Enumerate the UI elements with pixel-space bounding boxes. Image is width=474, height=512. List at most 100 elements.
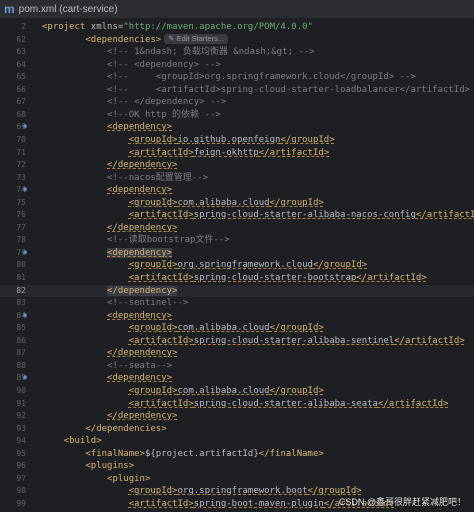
code-line[interactable]: 69 ◉ <dependency> [0, 121, 474, 134]
line-number: 94 [16, 436, 26, 446]
line-number: 65 [16, 72, 26, 82]
tag-token: </groupId> [269, 323, 324, 334]
code-line[interactable]: 82 </dependency> [0, 284, 474, 298]
code-text: <artifactId>spring-cloud-starter-alibaba… [42, 209, 474, 222]
code-editor[interactable]: 2 <project xmlns="http://maven.apache.org… [0, 19, 474, 512]
line-number: 62 [16, 34, 26, 44]
code-text: <plugins> [42, 460, 134, 473]
code-text: <!--sentinel--> [42, 297, 188, 310]
code-line[interactable]: 2 <project xmlns="http://maven.apache.org… [0, 21, 474, 34]
code-line[interactable]: 91 <artifactId>spring-cloud-starter-alib… [0, 398, 474, 411]
code-line[interactable]: 74 ◉ <dependency> [0, 184, 474, 197]
code-line[interactable]: 67 <!-- </dependency> --> [0, 96, 474, 109]
code-text: <!-- 1&ndash; 负载均衡器 &ndash;&gt; --> [42, 46, 315, 59]
code-line[interactable]: 62 <dependencies> ✎ Edit Starters... [0, 34, 474, 47]
tag-token: <artifactId> [128, 273, 194, 283]
code-line[interactable]: 68 <!--OK http 的依赖 --> [0, 109, 474, 122]
code-line[interactable]: 88 <!--seata--> [0, 360, 474, 373]
dependency-gutter-icon[interactable]: ◉ [23, 121, 31, 130]
dependency-gutter-icon[interactable]: ◉ [23, 247, 31, 256]
line-number: 73 [16, 172, 26, 182]
code-line[interactable]: 77 </dependency> [0, 222, 474, 235]
code-line[interactable]: 86 <artifactId>spring-cloud-starter-alib… [0, 335, 474, 348]
code-text: <groupId>com.alibaba.cloud</groupId> [42, 197, 324, 210]
code-line[interactable]: 78 <!--读取bootstrap文件--> [0, 234, 474, 247]
line-number: 91 [16, 398, 26, 408]
code-line[interactable]: 75 <groupId>com.alibaba.cloud</groupId> [0, 197, 474, 210]
maven-icon: m [4, 2, 15, 16]
code-line[interactable]: 72 </dependency> [0, 159, 474, 172]
code-text: <groupId>com.alibaba.cloud</groupId> [42, 322, 324, 335]
code-line[interactable]: 70 <groupId>io.github.openfeign</groupId… [0, 134, 474, 147]
line-number: 64 [16, 59, 26, 69]
code-line[interactable]: 90 <groupId>com.alibaba.cloud</groupId> [0, 385, 474, 398]
dependency-gutter-icon[interactable]: ◉ [23, 372, 31, 381]
code-line[interactable]: 79 ◉ <dependency> [0, 247, 474, 260]
code-line[interactable]: 96 <plugins> [0, 460, 474, 473]
code-line[interactable]: 83 <!--sentinel--> [0, 297, 474, 310]
code-line[interactable]: 84 ◉ <dependency> [0, 310, 474, 323]
code-line[interactable]: 93 </dependencies> [0, 423, 474, 436]
line-number: 88 [16, 360, 26, 370]
tag-token: </dependency> [107, 160, 178, 171]
text-token: "http://maven.apache.org/POM/4.0.0" [123, 22, 313, 32]
edit-starters-button[interactable]: ✎ Edit Starters... [164, 34, 229, 45]
text-token: feign-okhttp [193, 147, 259, 158]
line-number: 68 [16, 109, 26, 119]
tag-token: </dependency> [107, 411, 178, 422]
code-line[interactable]: 95 <finalName>${project.artifactId}</fin… [0, 448, 474, 461]
code-text: <groupId>org.springframework.boot</group… [42, 485, 362, 498]
tag-token: <groupId> [128, 323, 178, 334]
text-token: org.springframework.cloud [177, 260, 313, 271]
code-line[interactable]: 65 <!-- <groupId>org.springframework.clo… [0, 71, 474, 84]
tag-token: <dependency> [107, 122, 173, 133]
line-number: 85 [16, 323, 26, 333]
text-token: spring-boot-maven-plugin [193, 498, 324, 509]
code-line[interactable]: 94 <build> [0, 435, 474, 448]
code-line[interactable]: 87 </dependency> [0, 347, 474, 360]
code-text: <artifactId>spring-cloud-starter-alibaba… [42, 335, 465, 348]
code-line[interactable]: 71 <artifactId>feign-okhttp</artifactId> [0, 147, 474, 160]
code-text: <!--读取bootstrap文件--> [42, 234, 230, 247]
code-line[interactable]: 89 ◉ <dependency> [0, 372, 474, 385]
code-line[interactable]: 73 <!--nacos配置管理--> [0, 172, 474, 185]
code-line[interactable]: 92 </dependency> [0, 410, 474, 423]
line-number: 72 [16, 160, 26, 170]
dependency-gutter-icon[interactable]: ◉ [23, 310, 31, 319]
code-line[interactable]: 97 <plugin> [0, 473, 474, 486]
code-line[interactable]: 76 <artifactId>spring-cloud-starter-alib… [0, 209, 474, 222]
tag-token: <groupId> [128, 197, 178, 208]
tag-token: </artifactId> [258, 147, 330, 158]
line-number: 77 [16, 222, 26, 232]
code-line[interactable]: 63 <!-- 1&ndash; 负载均衡器 &ndash;&gt; --> [0, 46, 474, 59]
dependency-gutter-icon[interactable]: ◉ [23, 184, 31, 193]
tag-token: </dependency> [107, 348, 178, 359]
code-line[interactable]: 85 <groupId>com.alibaba.cloud</groupId> [0, 322, 474, 335]
code-line[interactable]: 81 <artifactId>spring-cloud-starter-boot… [0, 272, 474, 285]
code-line[interactable]: 80 <groupId>org.springframework.cloud</g… [0, 259, 474, 272]
code-text: <dependencies> ✎ Edit Starters... [42, 34, 229, 47]
line-number: 80 [16, 260, 26, 270]
tag-token: </dependencies> [85, 423, 167, 434]
comment-token: <!-- <groupId>org.springframework.cloud<… [42, 72, 416, 83]
code-text: </dependency> [42, 410, 177, 423]
tag-token: <groupId> [128, 134, 178, 145]
code-line[interactable]: 66 <!-- <artifactId>spring-cloud-starter… [0, 84, 474, 97]
line-number: 95 [16, 448, 26, 458]
editor-tab[interactable]: m pom.xml (cart-service) [0, 0, 474, 19]
tag-token: <build> [63, 436, 102, 447]
tag-token: <plugin> [107, 473, 151, 484]
code-line[interactable]: 64 <!-- <dependency> --> [0, 59, 474, 72]
